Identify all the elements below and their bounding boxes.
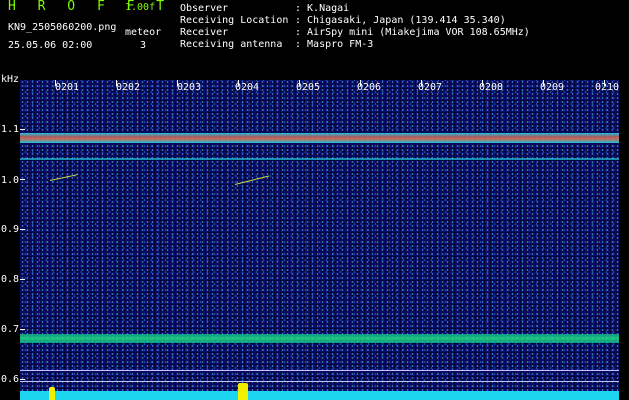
meteor-trail [234,175,270,185]
freq-label-0.9: 0.9 [1,224,20,235]
info-location-value: : Chigasaki, Japan (139.414 35.340) [295,15,506,26]
freq-label-0.7: 0.7 [1,324,20,335]
time-label-0202: 0202 [116,82,141,93]
freq-label-0.8: 0.8 [1,274,20,285]
info-observer-label: Observer [180,3,229,14]
time-label-0206: 0206 [357,82,382,93]
info-receiver-value: : AirSpy mini (Miakejima VOR 108.65MHz) [295,27,530,38]
info-receiver-label: Receiver [180,27,229,38]
time-label-0208: 0208 [479,82,504,93]
info-antenna-label: Receiving antenna [180,39,283,50]
meteor-spike [49,387,55,400]
time-label-0204: 0204 [235,82,260,93]
reference-line-upper [20,370,619,371]
info-antenna-value: : Maspro FM-3 [295,39,374,50]
time-label-0210: 0210 [595,82,620,93]
secondary-band [20,158,619,160]
freq-label-1.1: 1.1 [1,124,20,135]
freq-label-1.0: 1.0 [1,175,20,186]
app-version: 1.00f [125,2,156,13]
frequency-unit-label: kHz [1,74,20,85]
reference-line-lower [20,381,619,382]
meteor-label: meteor [125,27,162,38]
time-label-0205: 0205 [296,82,321,93]
time-label-0207: 0207 [418,82,443,93]
main-echo-band [20,133,619,143]
time-label-0209: 0209 [540,82,565,93]
info-observer-value: : K.Nagai [295,3,350,14]
file-name: KN9_2505060200.png [8,22,117,33]
info-location-label: Receiving Location [180,15,289,26]
meteor-trail [49,174,78,181]
observation-datetime: 25.05.06 02:00 [8,40,93,51]
time-label-0203: 0203 [177,82,202,93]
freq-label-0.6: 0.6 [1,374,20,385]
time-label-0201: 0201 [55,82,80,93]
low-band [20,334,619,343]
meteor-count: 3 [140,40,147,51]
meteor-spike [238,383,248,400]
spectrogram-plot: 0201 0202 0203 0204 0205 0206 0207 0208 … [20,80,619,400]
bottom-strip [20,391,619,400]
